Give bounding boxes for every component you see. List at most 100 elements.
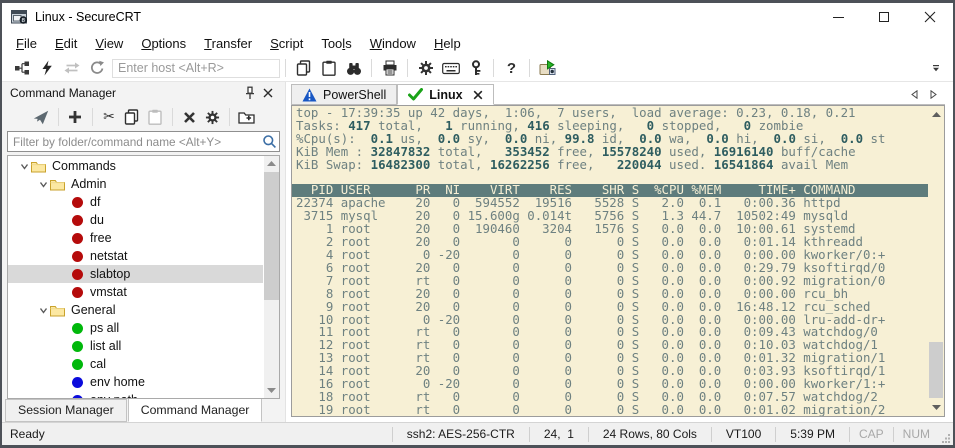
statusbar-section: 24, 1 — [529, 427, 588, 442]
tab-label: Linux — [429, 88, 462, 102]
menu-item-transfer[interactable]: Transfer — [195, 33, 261, 54]
tree-item-free[interactable]: free — [8, 229, 263, 247]
menu-item-options[interactable]: Options — [132, 33, 195, 54]
resize-grip[interactable] — [939, 423, 953, 445]
menu-item-script[interactable]: Script — [261, 33, 312, 54]
tree-item-General[interactable]: General — [8, 301, 263, 319]
tree-item-list-all[interactable]: list all — [8, 337, 263, 355]
host-input[interactable] — [112, 59, 280, 78]
paper-plane-icon — [33, 110, 49, 125]
check-icon — [408, 88, 423, 101]
send-command-button[interactable] — [30, 106, 53, 128]
pin-panel-button[interactable] — [241, 85, 259, 101]
scissors-icon: ✂ — [103, 109, 115, 125]
tree-item-df[interactable]: df — [8, 193, 263, 211]
connect-in-tab-button[interactable] — [84, 57, 109, 79]
close-button[interactable] — [907, 3, 953, 31]
svg-text:8: 8 — [22, 18, 26, 24]
tab-scroll-left-icon[interactable] — [911, 90, 918, 99]
delete-command-button[interactable] — [178, 106, 201, 128]
tab-close-icon[interactable] — [473, 90, 483, 100]
search-button[interactable] — [262, 134, 277, 154]
scrollbar-thumb[interactable] — [929, 342, 943, 398]
tab-session-manager[interactable]: Session Manager — [5, 399, 127, 422]
scroll-up-icon[interactable] — [928, 107, 944, 122]
tab-linux[interactable]: Linux — [397, 84, 493, 105]
tab-command-manager[interactable]: Command Manager — [128, 398, 263, 422]
toolbar-separator — [407, 59, 408, 77]
tree-item-label: free — [90, 231, 112, 245]
tree-item-env-path[interactable]: env path — [8, 391, 263, 399]
command-dot-icon — [72, 197, 83, 208]
tree-item-env-home[interactable]: env home — [8, 373, 263, 391]
securecrt-window: 8 Linux - SecureCRT FileEditViewOptionsT… — [0, 0, 955, 448]
menu-item-file[interactable]: File — [7, 33, 46, 54]
menu-item-tools[interactable]: Tools — [312, 33, 360, 54]
close-icon — [924, 11, 936, 23]
find-button[interactable] — [341, 57, 366, 79]
command-options-button[interactable] — [201, 106, 224, 128]
tree-item-label: ps all — [90, 321, 119, 335]
menu-item-edit[interactable]: Edit — [46, 33, 86, 54]
close-icon — [263, 88, 273, 98]
terminal-scrollbar[interactable] — [928, 106, 944, 416]
cut-button[interactable]: ✂ — [98, 106, 121, 128]
tree-item-label: df — [90, 195, 100, 209]
terminal[interactable]: top - 17:39:35 up 42 days, 1:06, 7 users… — [291, 105, 945, 417]
print-button[interactable] — [377, 57, 402, 79]
scroll-down-icon[interactable] — [264, 383, 279, 398]
folder-icon — [50, 304, 67, 317]
tab-label: PowerShell — [323, 88, 386, 102]
menu-item-view[interactable]: View — [86, 33, 132, 54]
menu-item-window[interactable]: Window — [361, 33, 425, 54]
tab-scroll-right-icon[interactable] — [930, 90, 937, 99]
copy-icon — [124, 109, 140, 125]
chevron-down-icon[interactable] — [37, 180, 50, 189]
tree-item-ps-all[interactable]: ps all — [8, 319, 263, 337]
close-panel-button[interactable] — [259, 85, 277, 101]
toolbar-separator — [529, 59, 530, 77]
file-transfer-options-button[interactable] — [535, 57, 560, 79]
copy-button[interactable] — [121, 106, 144, 128]
maximize-button[interactable] — [861, 3, 907, 31]
add-command-button[interactable] — [64, 106, 87, 128]
tree-item-cal[interactable]: cal — [8, 355, 263, 373]
menu-bar: FileEditViewOptionsTransferScriptToolsWi… — [2, 31, 953, 55]
command-dot-icon — [72, 377, 83, 388]
tree-item-du[interactable]: du — [8, 211, 263, 229]
window-title: Linux - SecureCRT — [35, 10, 141, 24]
reconnect-button[interactable] — [59, 57, 84, 79]
filter-input[interactable] — [7, 131, 280, 152]
session-manager-toggle-button[interactable] — [9, 57, 34, 79]
keymap-editor-button[interactable] — [438, 57, 463, 79]
paste-button[interactable] — [316, 57, 341, 79]
command-manager-toolbar: ✂ — [2, 104, 285, 130]
quick-connect-button[interactable] — [34, 57, 59, 79]
paste-button-disabled[interactable] — [144, 106, 167, 128]
statusbar-section: ssh2: AES-256-CTR — [392, 427, 529, 442]
tree-item-netstat[interactable]: netstat — [8, 247, 263, 265]
title-bar[interactable]: 8 Linux - SecureCRT — [2, 3, 953, 31]
tree-item-slabtop[interactable]: slabtop — [8, 265, 263, 283]
key-generator-button[interactable] — [463, 57, 488, 79]
tree-scrollbar[interactable] — [264, 156, 279, 398]
tree-item-vmstat[interactable]: vmstat — [8, 283, 263, 301]
help-button[interactable]: ? — [499, 57, 524, 79]
new-folder-button[interactable] — [235, 106, 258, 128]
session-tree-icon — [14, 60, 30, 76]
maximize-icon — [879, 12, 889, 22]
indicator-num: NUM — [893, 427, 939, 442]
menu-item-help[interactable]: Help — [425, 33, 470, 54]
chevron-down-icon[interactable] — [18, 162, 31, 171]
chevron-down-icon[interactable] — [37, 306, 50, 315]
tree-item-Admin[interactable]: Admin — [8, 175, 263, 193]
session-options-button[interactable] — [413, 57, 438, 79]
toolbar-overflow-button[interactable] — [923, 57, 948, 79]
tree-item-Commands[interactable]: Commands — [8, 157, 263, 175]
copy-button[interactable] — [291, 57, 316, 79]
scroll-down-icon[interactable] — [928, 400, 944, 415]
minimize-button[interactable] — [815, 3, 861, 31]
tab-powershell[interactable]: PowerShell — [291, 84, 397, 105]
scrollbar-thumb[interactable] — [264, 172, 279, 300]
scroll-up-icon[interactable] — [264, 156, 279, 171]
